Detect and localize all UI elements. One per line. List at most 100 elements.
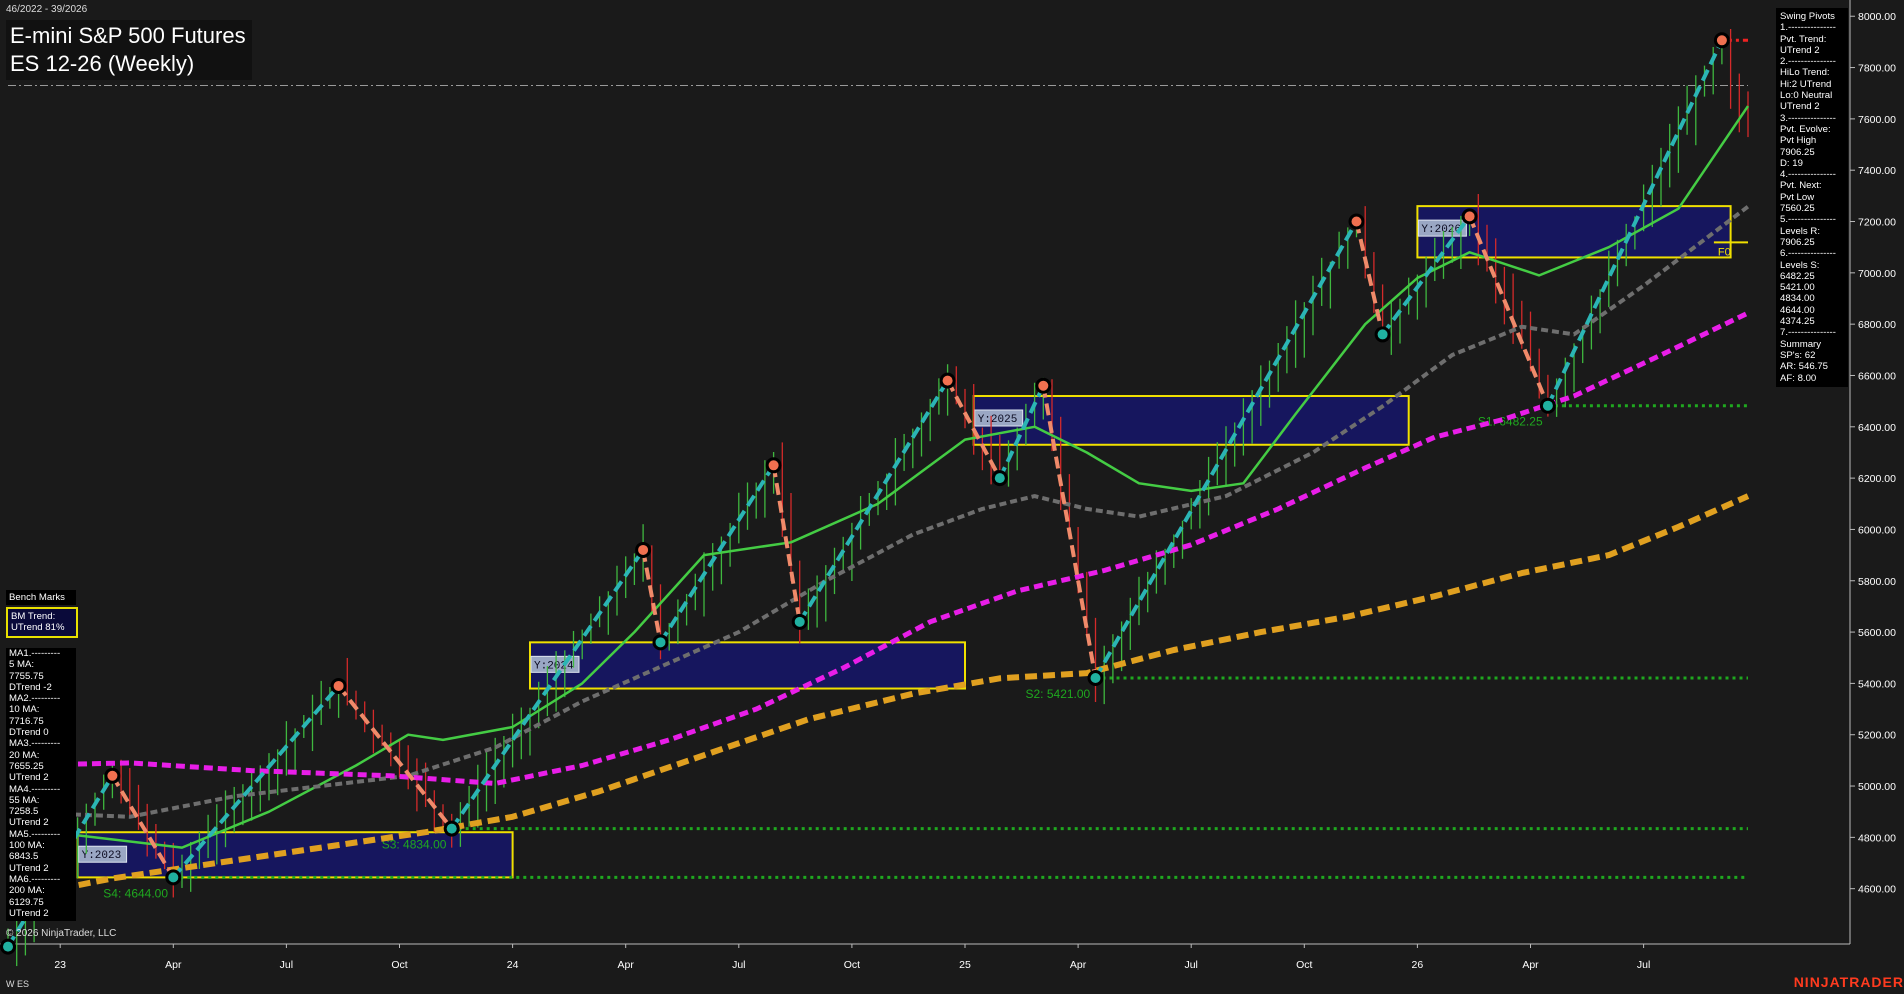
- pivot-marker: [994, 473, 1005, 484]
- bench-line: MA2.---------: [9, 693, 61, 705]
- bench-line: MA4.---------: [9, 783, 61, 795]
- x-tick-label: 25: [959, 959, 971, 971]
- pivot-line: 7906.25: [1780, 236, 1815, 248]
- bench-trend-box: BM Trend: UTrend 81%: [6, 607, 78, 638]
- pivot-line: Swing Pivots: [1780, 11, 1835, 22]
- date-range: 46/2022 - 39/2026: [6, 4, 88, 15]
- pivot-line: 4834.00: [1780, 293, 1815, 305]
- bench-line: 10 MA:: [9, 704, 40, 716]
- pivot-line: 5421.00: [1780, 282, 1815, 294]
- pivot-marker: [1716, 35, 1727, 46]
- x-tick-label: 23: [54, 959, 66, 971]
- pivot-line: Hi:2 UTrend: [1780, 78, 1832, 90]
- pivot-marker: [1351, 216, 1362, 227]
- copyright: © 2026 NinjaTrader, LLC: [6, 928, 117, 939]
- pivot-line: Levels R:: [1780, 225, 1820, 237]
- y-tick-label: 7200.00: [1858, 217, 1896, 229]
- bench-line: 200 MA:: [9, 885, 45, 897]
- bench-line: 55 MA:: [9, 794, 40, 806]
- y-tick-label: 5200.00: [1858, 730, 1896, 742]
- instrument-name: E-mini S&P 500 Futures: [10, 23, 246, 48]
- pivot-marker: [655, 637, 666, 648]
- y-tick-label: 5400.00: [1858, 678, 1896, 690]
- pivot-marker: [1377, 329, 1388, 340]
- pivot-line: Summary: [1780, 338, 1822, 350]
- x-tick-label: 24: [507, 959, 519, 971]
- support-label: S2: 5421.00: [1026, 687, 1091, 701]
- pivot-line: Pvt. Trend:: [1780, 33, 1827, 45]
- pivot-line: Pvt Low: [1780, 191, 1815, 203]
- y-tick-label: 8000.00: [1858, 11, 1896, 23]
- pivot-line: 4374.25: [1780, 316, 1815, 328]
- year-box-label: Y:2023: [82, 850, 122, 862]
- year-box: [972, 395, 1410, 446]
- bench-line: UTrend 2: [9, 907, 49, 919]
- bench-trend-line: UTrend 81%: [11, 622, 65, 634]
- bench-line: MA5.---------: [9, 828, 61, 840]
- pivot-line: 3.---------------: [1780, 112, 1836, 124]
- y-tick-label: 6200.00: [1858, 473, 1896, 485]
- price-chart[interactable]: 4600.00 4800.00 5000.00 5200.00 5400.00 5600.…: [0, 0, 1904, 994]
- bench-line: 7755.75: [9, 670, 44, 682]
- x-tick-label: Apr: [165, 959, 182, 971]
- x-tick-label: Jul: [1637, 959, 1650, 971]
- pivot-marker: [638, 544, 649, 555]
- bench-line: 20 MA:: [9, 749, 40, 761]
- bench-line: 7716.75: [9, 715, 44, 727]
- year-box: [76, 831, 514, 879]
- bench-line: DTrend -2: [9, 681, 52, 693]
- y-tick-label: 7600.00: [1858, 114, 1896, 126]
- y-tick-label: 6600.00: [1858, 370, 1896, 382]
- pivot-marker: [768, 460, 779, 471]
- contract-timeframe: ES 12-26 (Weekly): [10, 51, 195, 76]
- bench-line: UTrend 2: [9, 862, 49, 874]
- pivot-marker: [1542, 400, 1553, 411]
- pivot-marker: [942, 375, 953, 386]
- swing-leg: [797, 379, 950, 623]
- pivot-line: 1.---------------: [1780, 22, 1836, 34]
- y-tick-label: 4600.00: [1858, 884, 1896, 896]
- pivot-line: Pvt High: [1780, 135, 1817, 147]
- pivot-line: 7.---------------: [1780, 327, 1836, 339]
- pivot-line: HiLo Trend:: [1780, 67, 1830, 79]
- y-tick-label: 6800.00: [1858, 319, 1896, 331]
- x-tick-label: Apr: [1522, 959, 1539, 971]
- instrument-code: W ES: [6, 979, 30, 989]
- y-tick-label: 5800.00: [1858, 576, 1896, 588]
- f0-label: F0: [1718, 246, 1731, 258]
- bench-line: MA3.---------: [9, 738, 61, 750]
- swing-leg: [1354, 221, 1385, 335]
- x-tick-label: Apr: [618, 959, 635, 971]
- swing-pivots-panel: Swing Pivots 1.--------------- Pvt. Trend:…: [1776, 8, 1848, 387]
- pivot-line: 6482.25: [1780, 270, 1815, 282]
- pivot-line: 7906.25: [1780, 146, 1815, 158]
- pivot-marker: [107, 770, 118, 781]
- y-tick-label: 7000.00: [1858, 268, 1896, 280]
- pivot-line: 4644.00: [1780, 304, 1815, 316]
- pivot-line: Pvt. Evolve:: [1780, 123, 1831, 135]
- x-tick-label: Jul: [280, 959, 293, 971]
- pivot-line: 7560.25: [1780, 203, 1815, 215]
- pivot-line: D: 19: [1780, 157, 1803, 169]
- pivot-marker: [333, 680, 344, 691]
- x-tick-label: Oct: [1296, 959, 1312, 971]
- pivot-line: UTrend 2: [1780, 101, 1820, 113]
- y-tick-label: 6400.00: [1858, 422, 1896, 434]
- swing-leg: [337, 684, 454, 830]
- pivot-marker: [1464, 211, 1475, 222]
- year-box-label: Y:2025: [978, 414, 1018, 426]
- year-box-label: Y:2026: [1421, 224, 1461, 236]
- bench-line: MA1.---------: [9, 648, 61, 659]
- pivot-marker: [3, 941, 13, 952]
- bench-line: DTrend 0: [9, 727, 49, 739]
- pivot-line: AR: 546.75: [1780, 361, 1829, 373]
- pivot-line: 4.---------------: [1780, 169, 1836, 181]
- year-box: [529, 641, 966, 690]
- x-tick-label: Oct: [391, 959, 407, 971]
- pivot-marker: [446, 823, 457, 834]
- x-tick-label: Oct: [844, 959, 860, 971]
- pivot-line: Levels S:: [1780, 259, 1820, 271]
- pivot-line: UTrend 2: [1780, 44, 1820, 56]
- pivot-marker: [1038, 380, 1049, 391]
- y-tick-label: 7800.00: [1858, 63, 1896, 75]
